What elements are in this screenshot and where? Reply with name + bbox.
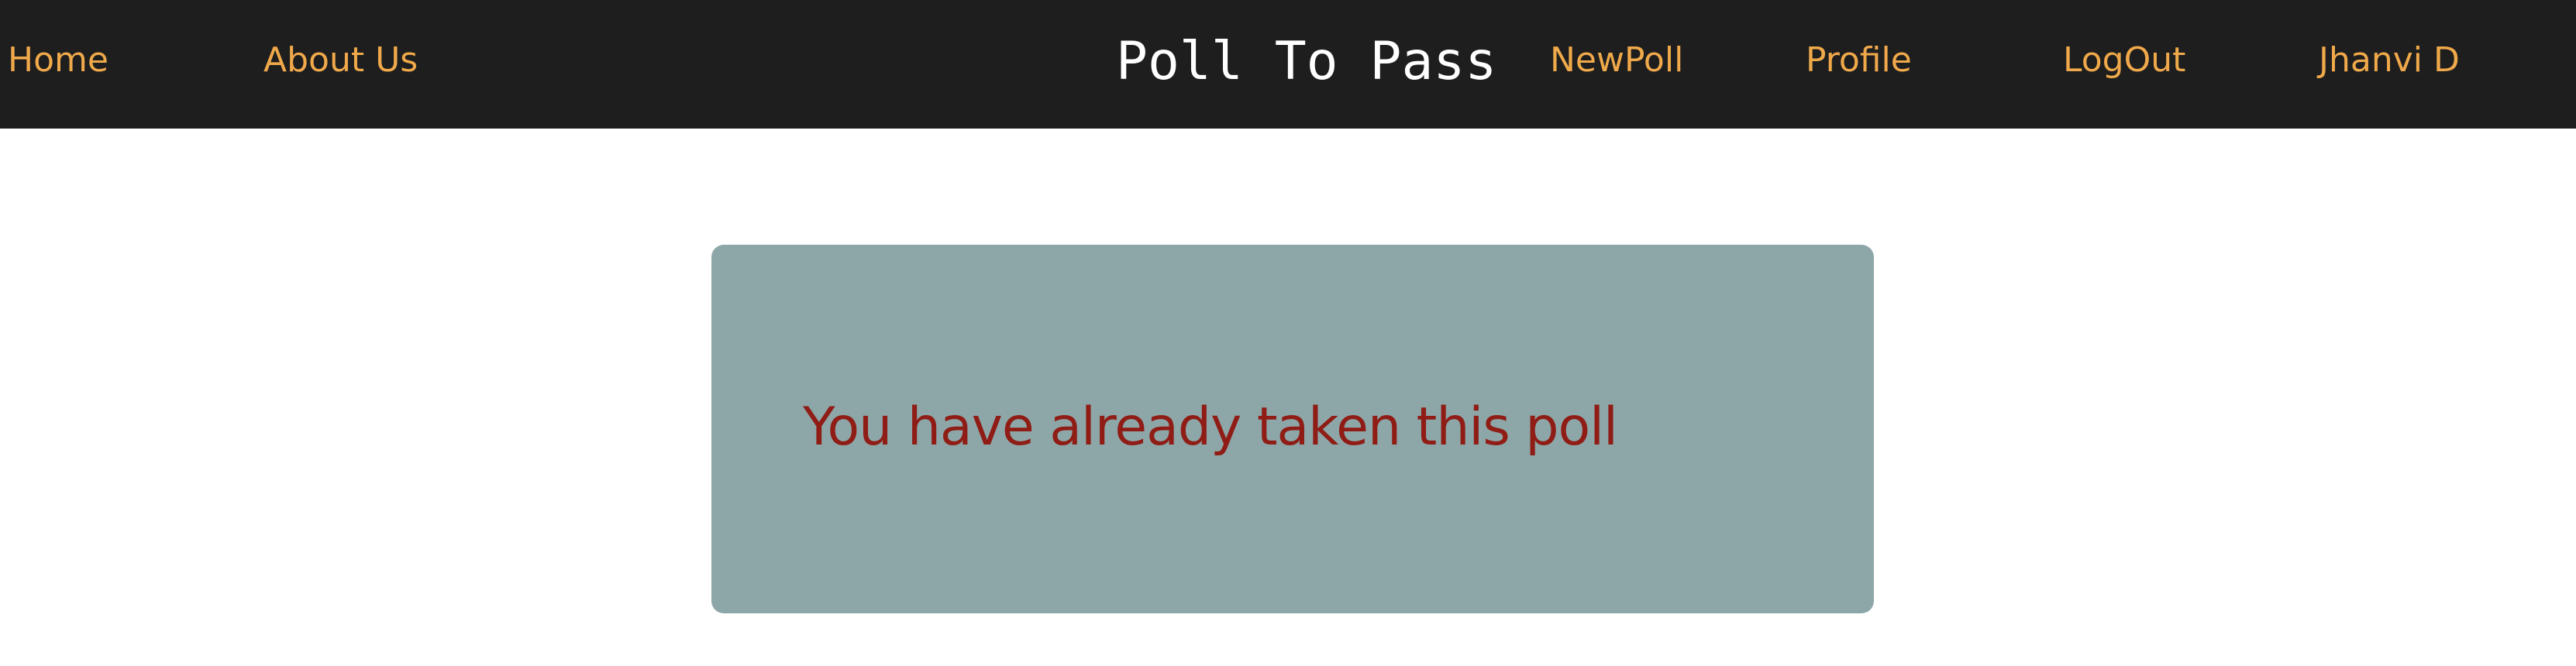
nav-link-profile[interactable]: Profile <box>1806 0 1912 121</box>
nav-link-about-us[interactable]: About Us <box>263 0 418 121</box>
top-navbar: Home About Us Poll To Pass NewPoll Profi… <box>0 0 2576 129</box>
poll-already-taken-message: You have already taken this poll <box>803 397 1618 458</box>
nav-link-new-poll[interactable]: NewPoll <box>1550 0 1683 121</box>
site-brand-title: Poll To Pass <box>1116 31 1497 92</box>
nav-link-home[interactable]: Home <box>8 0 108 121</box>
nav-link-logout[interactable]: LogOut <box>2063 0 2185 121</box>
poll-status-card: You have already taken this poll <box>711 245 1874 613</box>
nav-link-user-profile[interactable]: Jhanvi D <box>2319 0 2460 121</box>
